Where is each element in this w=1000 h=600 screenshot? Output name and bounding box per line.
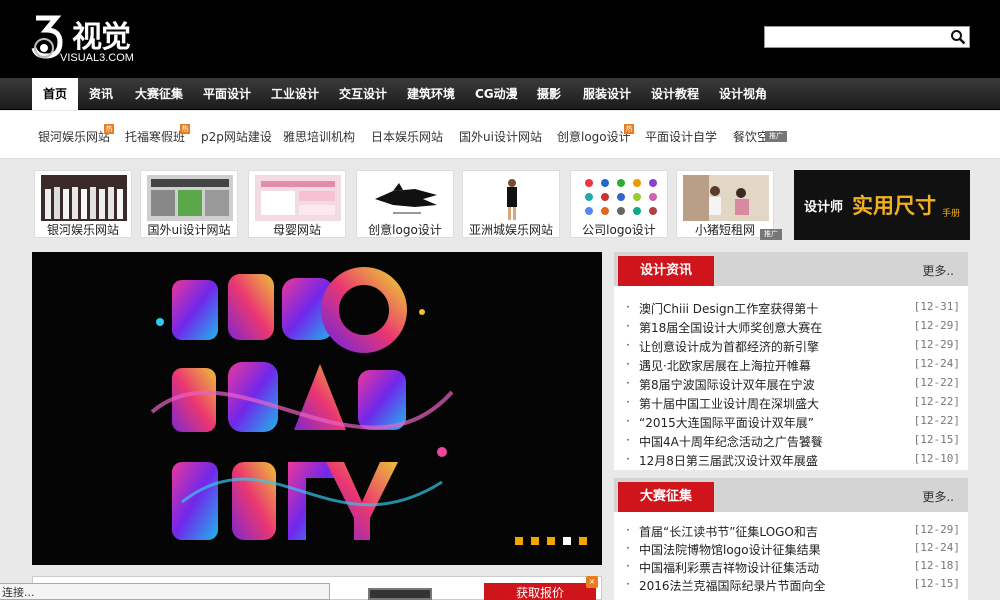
sponsored-link[interactable]: 国外ui设计网站 (459, 128, 542, 145)
nav-item-architecture[interactable]: 建筑环境 (407, 78, 455, 110)
slide-dot-active[interactable] (563, 537, 571, 545)
search-icon[interactable] (950, 29, 966, 45)
nav-item-cg[interactable]: CG动漫 (475, 78, 518, 110)
ad-tag: 推广 (760, 229, 782, 240)
thumb-label: 小猪短租网 (694, 223, 755, 237)
thumb-label: 银河娱乐网站 (46, 223, 119, 237)
thumb-label: 亚洲城娱乐网站 (468, 223, 553, 237)
panel-title: 设计资讯 (618, 256, 715, 286)
slide-dot[interactable] (547, 537, 555, 545)
thumb-image (469, 175, 555, 221)
nav-item-photo[interactable]: 摄影 (537, 78, 561, 110)
news-item[interactable]: · 澳门Chiii Design工作室获得第十 [12-31] (626, 300, 960, 319)
sponsored-link[interactable]: 雅思培训机构 (283, 128, 355, 145)
news-item[interactable]: · 中国4A十周年纪念活动之广告饕餮 [12-15] (626, 433, 960, 452)
thumb-card[interactable]: 母婴网站 (248, 170, 346, 238)
banner-headline: 实用尺寸 (852, 194, 936, 218)
hot-badge: 热 (104, 124, 114, 134)
get-quote-button[interactable]: 获取报价 (484, 583, 596, 600)
sponsored-link[interactable]: 托福寒假班 (125, 128, 185, 145)
ad-tag: 推广 (765, 131, 787, 142)
nav-item-industrial[interactable]: 工业设计 (271, 78, 319, 110)
contest-item[interactable]: · 首届“长江读书节”征集LOGO和吉 [12-29] (626, 523, 960, 542)
panel-header: 大赛征集 更多.. (614, 478, 968, 512)
sponsored-link[interactable]: 银河娱乐网站 (38, 128, 110, 145)
thumb-card[interactable]: 亚洲城娱乐网站 (462, 170, 560, 238)
nav-item-news[interactable]: 资讯 (89, 78, 113, 110)
search-box (764, 26, 970, 48)
thumb-card[interactable]: 小猪短租网 (676, 170, 774, 238)
slide-dot[interactable] (531, 537, 539, 545)
panel-header: 设计资讯 更多.. (614, 252, 968, 286)
hero-slider[interactable] (32, 252, 602, 565)
nav-item-interaction[interactable]: 交互设计 (339, 78, 387, 110)
thumb-card[interactable]: 国外ui设计网站 (140, 170, 238, 238)
contest-item[interactable]: · 2016法兰克福国际纪录片节面向全 [12-15] (626, 577, 960, 596)
contest-panel: 大赛征集 更多.. · 首届“长江读书节”征集LOGO和吉 [12-29] · 中国法… (614, 478, 968, 600)
nav-item-contest[interactable]: 大赛征集 (135, 78, 183, 110)
banner-subtext: 手册 (942, 209, 961, 219)
thumb-image (41, 175, 127, 221)
thumb-label: 创意logo设计 (368, 223, 442, 237)
news-item[interactable]: · 第十届中国工业设计周在深圳盛大 [12-22] (626, 395, 960, 414)
slide-dot[interactable] (515, 537, 523, 545)
thumb-card[interactable]: 公司logo设计 (570, 170, 668, 238)
hot-badge: 热 (624, 124, 634, 134)
hot-badge: 热 (180, 124, 190, 134)
sponsored-link-bar: 银河娱乐网站 热 托福寒假班 热 p2p网站建设 雅思培训机构 日本娱乐网站 国… (0, 111, 1000, 159)
news-item[interactable]: · 让创意设计成为首都经济的新引擎 [12-29] (626, 338, 960, 357)
sponsored-link[interactable]: 创意logo设计 (557, 128, 631, 145)
search-input[interactable] (765, 27, 949, 47)
thumb-card[interactable]: 创意logo设计 (356, 170, 454, 238)
news-item[interactable]: · “2015大连国际平面设计双年展” [12-22] (626, 414, 960, 433)
site-header: 视觉 VISUAL3.COM (0, 0, 1000, 78)
monitor-icon (368, 588, 432, 600)
news-item[interactable]: · 遇见·北欧家居展在上海拉开帷幕 [12-24] (626, 357, 960, 376)
sponsored-link[interactable]: 平面设计自学 (645, 128, 717, 145)
thumb-card[interactable]: 银河娱乐网站 (34, 170, 132, 238)
thumb-label: 国外ui设计网站 (147, 223, 231, 237)
nav-item-graphic[interactable]: 平面设计 (203, 78, 251, 110)
thumb-label: 公司logo设计 (582, 223, 656, 237)
site-logo[interactable]: 视觉 VISUAL3.COM (30, 8, 145, 70)
thumb-image (683, 175, 769, 221)
sponsored-link[interactable]: p2p网站建设 (201, 128, 272, 145)
contest-item[interactable]: · 中国福利彩票吉祥物设计征集活动 [12-18] (626, 559, 960, 578)
thumb-image (577, 175, 663, 221)
slide-dot[interactable] (579, 537, 587, 545)
nav-item-fashion[interactable]: 服装设计 (583, 78, 631, 110)
banner-text: 设计师 (804, 200, 844, 215)
contest-item[interactable]: · 中国法院博物馆logo设计征集结果 [12-24] (626, 541, 960, 560)
hero-image (32, 252, 602, 565)
sponsored-link[interactable]: 餐饮空 (733, 128, 769, 145)
close-icon[interactable]: × (586, 576, 598, 588)
news-item[interactable]: · 第18届全国设计大师奖创意大赛在 [12-29] (626, 319, 960, 338)
thumb-image (147, 175, 233, 221)
main-nav: 首页 资讯 大赛征集 平面设计 工业设计 交互设计 建筑环境 CG动漫 摄影 服… (0, 78, 1000, 110)
sponsored-link[interactable]: 日本娱乐网站 (371, 128, 443, 145)
thumb-image (255, 175, 341, 221)
browser-status-bar: 连接... (0, 583, 330, 600)
thumb-image (363, 175, 449, 221)
design-news-panel: 设计资讯 更多.. · 澳门Chiii Design工作室获得第十 [12-31] … (614, 252, 968, 470)
logo-text-cn: 视觉 (72, 20, 131, 55)
nav-item-perspective[interactable]: 设计视角 (719, 78, 767, 110)
news-item[interactable]: · 12月8日第三届武汉设计双年展盛 [12-10] (626, 452, 960, 471)
thumb-label: 母婴网站 (272, 223, 321, 237)
nav-item-home[interactable]: 首页 (32, 78, 79, 110)
more-link[interactable]: 更多.. (922, 262, 954, 279)
more-link[interactable]: 更多.. (922, 488, 954, 505)
panel-title: 大赛征集 (618, 482, 715, 512)
nav-item-tutorial[interactable]: 设计教程 (651, 78, 699, 110)
news-item[interactable]: · 第8届宁波国际设计双年展在宁波 [12-22] (626, 376, 960, 395)
logo-text-en: VISUAL3.COM (60, 52, 134, 64)
promo-banner[interactable]: 设计师 实用尺寸 手册 (794, 170, 970, 240)
